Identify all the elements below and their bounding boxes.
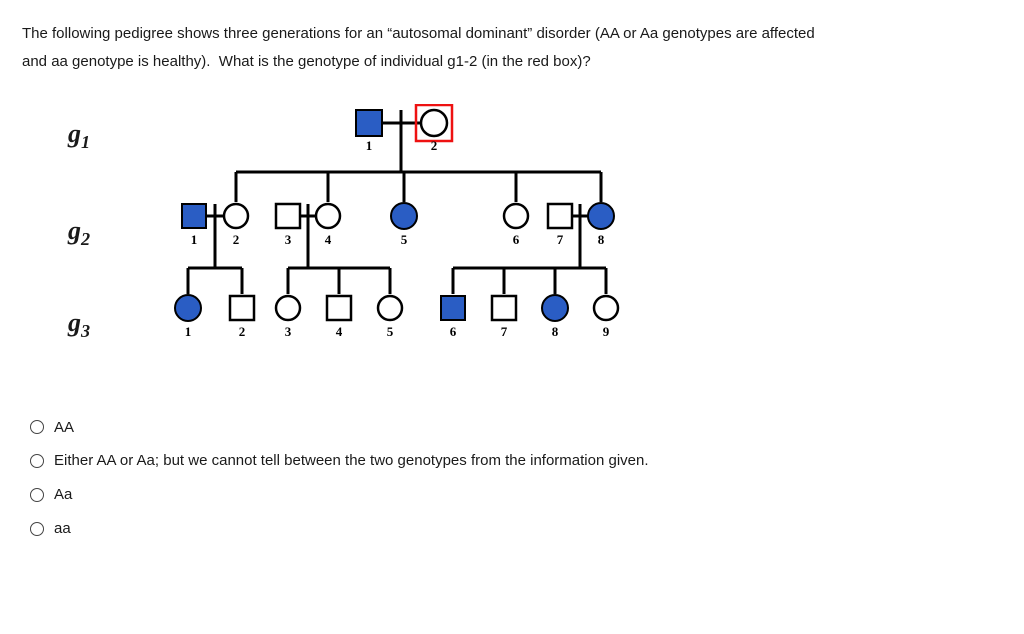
radio-icon: [30, 522, 44, 536]
option-label: Either AA or Aa; but we cannot tell betw…: [54, 447, 649, 475]
g3-8-female-affected: [542, 295, 568, 321]
svg-text:1: 1: [191, 232, 198, 247]
g3-2-male-unaffected: [230, 296, 254, 320]
svg-text:4: 4: [336, 324, 343, 339]
question-stem: The following pedigree shows three gener…: [22, 20, 1002, 76]
question-line2: and aa genotype is healthy). What is the…: [22, 53, 591, 70]
g3-6-male-affected: [441, 296, 465, 320]
option-het[interactable]: Aa: [30, 481, 1002, 509]
g3-7-male-unaffected: [492, 296, 516, 320]
svg-text:7: 7: [557, 232, 564, 247]
svg-text:3: 3: [285, 324, 292, 339]
svg-text:6: 6: [513, 232, 520, 247]
svg-text:7: 7: [501, 324, 508, 339]
svg-text:5: 5: [401, 232, 408, 247]
gen3-label: g3: [68, 299, 90, 349]
option-label: Aa: [54, 481, 72, 509]
svg-text:8: 8: [552, 324, 559, 339]
option-aa-hom-dom[interactable]: AA: [30, 414, 1002, 442]
question-line1: The following pedigree shows three gener…: [22, 25, 815, 42]
option-label: aa: [54, 515, 71, 543]
svg-text:1: 1: [185, 324, 192, 339]
gen1-label: g1: [68, 110, 90, 160]
svg-text:2: 2: [233, 232, 240, 247]
pedigree-svg: 1 2 1 2 3 4 5: [138, 104, 698, 384]
radio-icon: [30, 454, 44, 468]
g2-1-male-affected: [182, 204, 206, 228]
g3-1-female-affected: [175, 295, 201, 321]
option-label: AA: [54, 414, 74, 442]
svg-text:6: 6: [450, 324, 457, 339]
answer-options: AA Either AA or Aa; but we cannot tell b…: [30, 414, 1002, 543]
radio-icon: [30, 420, 44, 434]
g3-5-female-unaffected: [378, 296, 402, 320]
svg-text:8: 8: [598, 232, 605, 247]
g2-2-female-unaffected: [224, 204, 248, 228]
svg-text:9: 9: [603, 324, 610, 339]
gen2-label: g2: [68, 207, 90, 257]
g3-4-male-unaffected: [327, 296, 351, 320]
g2-5-female-affected: [391, 203, 417, 229]
svg-text:5: 5: [387, 324, 394, 339]
g2-4-female-unaffected: [316, 204, 340, 228]
g1-2-female-unaffected: [421, 110, 447, 136]
radio-icon: [30, 488, 44, 502]
svg-text:1: 1: [366, 138, 373, 153]
svg-text:3: 3: [285, 232, 292, 247]
option-hom-rec[interactable]: aa: [30, 515, 1002, 543]
g2-8-female-affected: [588, 203, 614, 229]
g2-3-male-unaffected: [276, 204, 300, 228]
option-either[interactable]: Either AA or Aa; but we cannot tell betw…: [30, 447, 1002, 475]
svg-text:2: 2: [431, 138, 438, 153]
svg-text:4: 4: [325, 232, 332, 247]
g1-1-male-affected: [356, 110, 382, 136]
g3-3-female-unaffected: [276, 296, 300, 320]
g3-9-female-unaffected: [594, 296, 618, 320]
g2-6-female-unaffected: [504, 204, 528, 228]
g2-7-male-unaffected: [548, 204, 572, 228]
pedigree-diagram: g1 g2 g3 1 2: [68, 104, 688, 384]
svg-text:2: 2: [239, 324, 246, 339]
